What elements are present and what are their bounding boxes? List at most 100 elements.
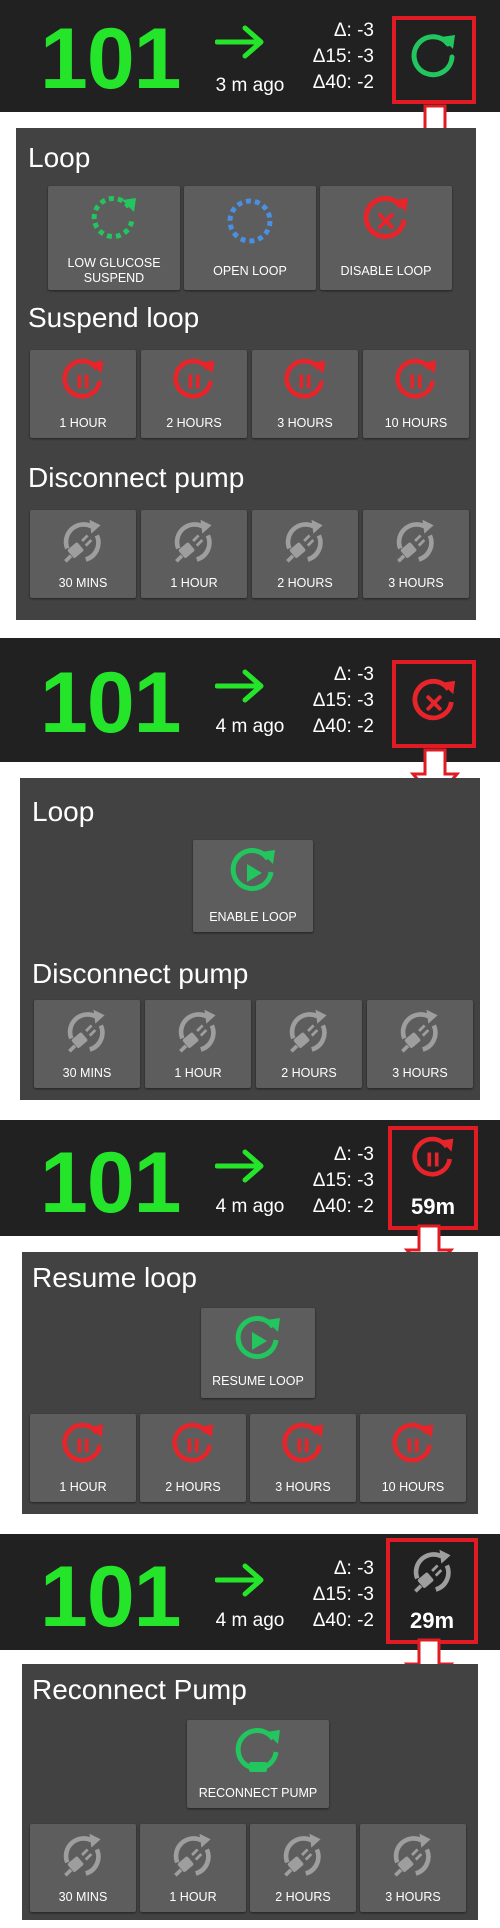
disconnect-3h-button[interactable]: 3 HOURS bbox=[363, 510, 469, 598]
disconnect-pump-icon bbox=[396, 519, 434, 563]
open-loop-icon bbox=[227, 198, 273, 244]
reading-age: 3 m ago bbox=[215, 75, 285, 96]
section-title: Loop bbox=[28, 142, 91, 173]
section-title: Disconnect pump bbox=[32, 958, 249, 989]
reading-age: 4 m ago bbox=[215, 716, 285, 737]
reconnect-pump-icon bbox=[235, 1728, 280, 1772]
suspend-loop-icon bbox=[62, 358, 104, 399]
disconnect-3h-button[interactable]: 3 HOURS bbox=[360, 1824, 466, 1912]
disconnect-pump-icon bbox=[63, 1833, 101, 1877]
open-loop-button[interactable]: OPEN LOOP bbox=[184, 186, 316, 290]
glucose-value: 101 bbox=[40, 655, 181, 751]
button-label: 2 HOURS bbox=[166, 416, 222, 430]
button-label: 3 HOURS bbox=[277, 416, 333, 430]
button-label: 2 HOURS bbox=[165, 1480, 221, 1494]
button-label: 1 HOUR bbox=[59, 416, 107, 430]
delta15: Δ15: -3 bbox=[312, 46, 374, 67]
disconnect-2h-button[interactable]: 2 HOURS bbox=[252, 510, 358, 598]
glucose-value: 101 bbox=[40, 11, 181, 107]
delta40: Δ40: -2 bbox=[312, 72, 374, 93]
suspend-loop-icon bbox=[173, 358, 215, 399]
arrow-right-icon bbox=[215, 1149, 264, 1183]
suspend-loop-icon bbox=[284, 358, 326, 399]
reconnect-pump-button[interactable]: RECONNECT PUMP bbox=[187, 1720, 329, 1808]
disable-loop-icon bbox=[363, 196, 408, 239]
button-label: 3 HOURS bbox=[385, 1890, 441, 1904]
button-label: 3 HOURS bbox=[392, 1066, 448, 1080]
resume-loop-icon bbox=[235, 1316, 280, 1359]
suspend-2h-button[interactable]: 2 HOURS bbox=[141, 350, 247, 438]
suspend-10h-button[interactable]: 10 HOURS bbox=[363, 350, 469, 438]
header-2: 101 4 m ago Δ: -3 Δ15: -3 Δ40: -2 bbox=[0, 638, 500, 762]
disconnect-30m-button[interactable]: 30 MINS bbox=[30, 1824, 136, 1912]
delta-values: Δ: -3 Δ15: -3 Δ40: -2 bbox=[313, 1556, 374, 1634]
loop-disabled-icon[interactable] bbox=[408, 676, 460, 728]
reading-age: 4 m ago bbox=[215, 1610, 285, 1631]
enable-loop-icon bbox=[230, 848, 275, 891]
button-label: 3 HOURS bbox=[275, 1480, 331, 1494]
button-label: OPEN LOOP bbox=[213, 264, 287, 278]
button-label: 2 HOURS bbox=[275, 1890, 331, 1904]
suspend-loop-icon bbox=[62, 1422, 104, 1463]
arrow-right-icon bbox=[215, 25, 264, 59]
disconnect-pump-icon bbox=[289, 1009, 327, 1053]
resume-loop-button[interactable]: RESUME LOOP bbox=[201, 1308, 315, 1398]
suspend-2h-button[interactable]: 2 HOURS bbox=[140, 1414, 246, 1502]
button-label: 1 HOUR bbox=[170, 576, 218, 590]
delta15: Δ15: -3 bbox=[312, 690, 374, 711]
section-title: Loop bbox=[32, 796, 95, 827]
disconnect-pump-icon bbox=[400, 1009, 438, 1053]
loop-suspended-icon[interactable] bbox=[408, 1134, 458, 1184]
disconnect-1h-button[interactable]: 1 HOUR bbox=[141, 510, 247, 598]
low-glucose-suspend-icon bbox=[91, 196, 136, 239]
disconnect-30m-button[interactable]: 30 MINS bbox=[30, 510, 136, 598]
header-1: 101 3 m ago Δ: -3 Δ15: -3 Δ40: -2 bbox=[0, 0, 500, 112]
disconnect-pump-icon bbox=[178, 1009, 216, 1053]
delta-values: Δ: -3 Δ15: -3 Δ40: -2 bbox=[313, 662, 374, 740]
disconnect-pump-icon bbox=[283, 1833, 321, 1877]
button-label: 2 HOURS bbox=[277, 576, 333, 590]
button-label: 1 HOUR bbox=[169, 1890, 217, 1904]
arrow-right-icon bbox=[215, 669, 264, 703]
suspend-loop-icon bbox=[395, 358, 437, 399]
low-glucose-suspend-button[interactable]: LOW GLUCOSE SUSPEND bbox=[48, 186, 180, 290]
suspend-loop-icon bbox=[282, 1422, 324, 1463]
button-label: 30 MINS bbox=[62, 1066, 112, 1080]
button-label: RECONNECT PUMP bbox=[198, 1786, 318, 1800]
loop-closed-icon[interactable] bbox=[408, 31, 460, 83]
disconnect-1h-button[interactable]: 1 HOUR bbox=[140, 1824, 246, 1912]
disconnect-30m-button[interactable]: 30 MINS bbox=[34, 1000, 140, 1088]
disable-loop-button[interactable]: DISABLE LOOP bbox=[320, 186, 452, 290]
disconnect-pump-icon bbox=[67, 1009, 105, 1053]
button-label: 30 MINS bbox=[58, 576, 108, 590]
button-label: LOW GLUCOSE SUSPEND bbox=[67, 256, 161, 285]
section-title: Reconnect Pump bbox=[32, 1674, 247, 1705]
delta: Δ: -3 bbox=[333, 20, 374, 41]
suspend-10h-button[interactable]: 10 HOURS bbox=[360, 1414, 466, 1502]
disconnect-2h-button[interactable]: 2 HOURS bbox=[250, 1824, 356, 1912]
section-title: Suspend loop bbox=[28, 302, 200, 333]
suspend-loop-icon bbox=[392, 1422, 434, 1463]
suspend-timer: 59m bbox=[410, 1194, 456, 1219]
pump-disconnected-icon[interactable] bbox=[408, 1546, 458, 1596]
delta15: Δ15: -3 bbox=[312, 1584, 374, 1605]
disconnect-timer: 29m bbox=[409, 1608, 455, 1633]
disconnect-2h-button[interactable]: 2 HOURS bbox=[256, 1000, 362, 1088]
disconnect-3h-button[interactable]: 3 HOURS bbox=[367, 1000, 473, 1088]
loop-dialog-3: Resume loop RESUME LOOP 1 HOUR 2 HOURS 3… bbox=[22, 1252, 478, 1514]
suspend-3h-button[interactable]: 3 HOURS bbox=[252, 350, 358, 438]
button-label: 3 HOURS bbox=[388, 576, 444, 590]
button-label: DISABLE LOOP bbox=[340, 264, 432, 278]
suspend-1h-button[interactable]: 1 HOUR bbox=[30, 350, 136, 438]
suspend-3h-button[interactable]: 3 HOURS bbox=[250, 1414, 356, 1502]
glucose-value: 101 bbox=[40, 1135, 181, 1231]
delta: Δ: -3 bbox=[333, 1558, 374, 1579]
enable-loop-button[interactable]: ENABLE LOOP bbox=[193, 840, 313, 932]
pump-dialog-4: Reconnect Pump RECONNECT PUMP 30 MINS 1 … bbox=[22, 1664, 478, 1920]
disconnect-pump-icon bbox=[174, 519, 212, 563]
disconnect-pump-icon bbox=[285, 519, 323, 563]
suspend-1h-button[interactable]: 1 HOUR bbox=[30, 1414, 136, 1502]
disconnect-1h-button[interactable]: 1 HOUR bbox=[145, 1000, 251, 1088]
delta: Δ: -3 bbox=[333, 664, 374, 685]
suspend-loop-icon bbox=[172, 1422, 214, 1463]
